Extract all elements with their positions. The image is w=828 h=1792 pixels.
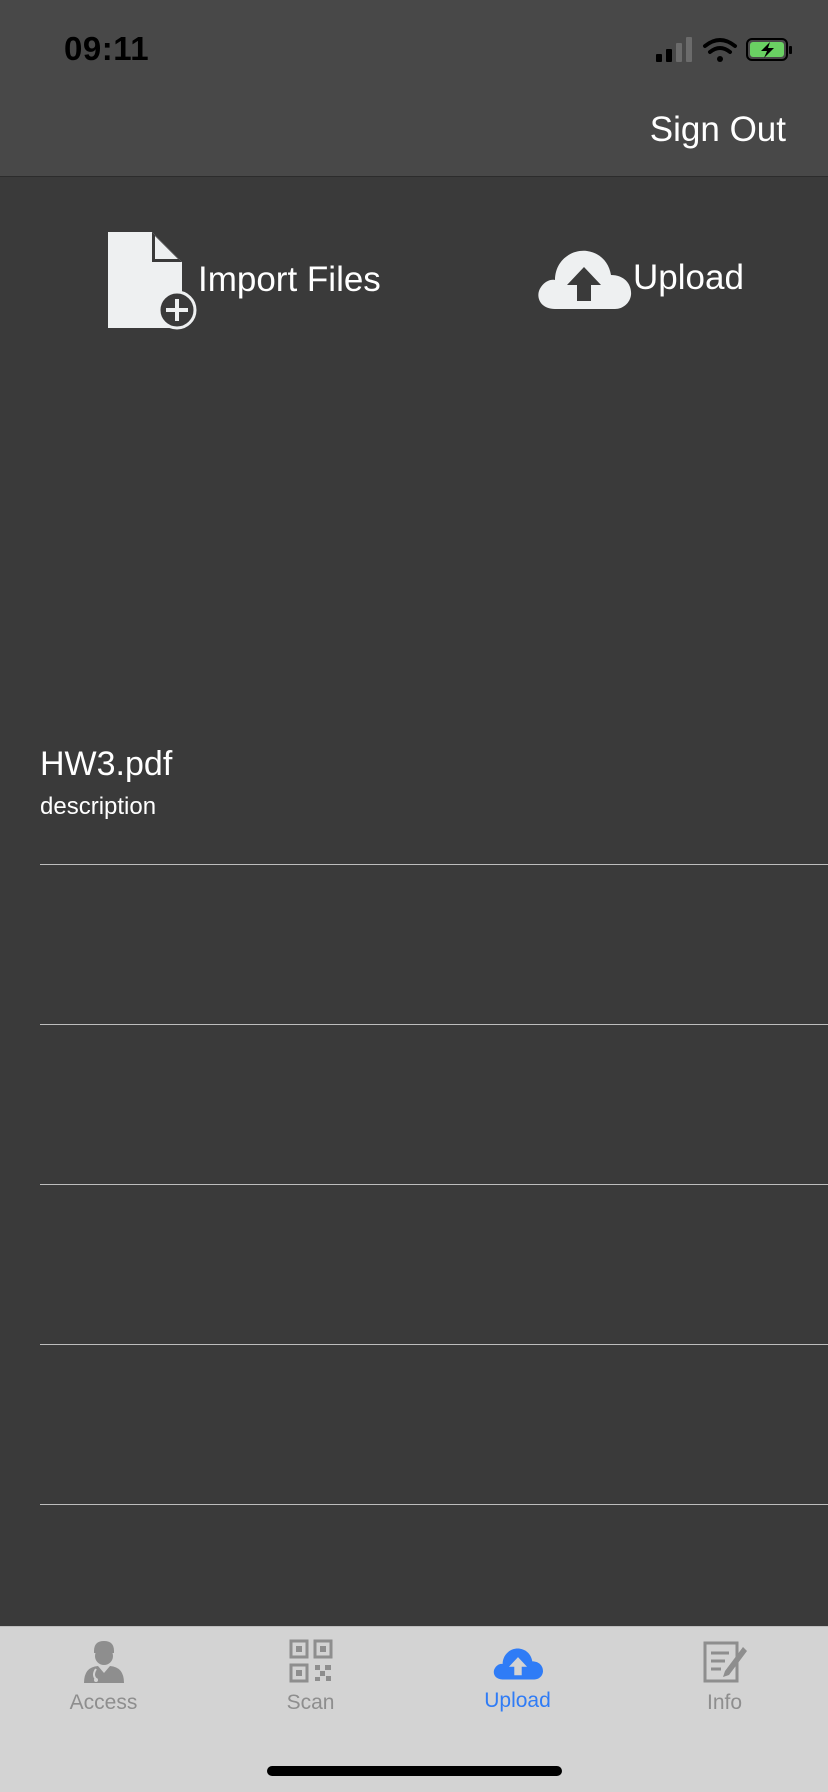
file-row[interactable] [40, 1185, 828, 1345]
tab-scan[interactable]: Scan [207, 1637, 414, 1737]
tab-info[interactable]: Info [621, 1637, 828, 1737]
file-name: HW3.pdf [40, 745, 173, 783]
tab-bar: Access Scan Upload Info [0, 1626, 828, 1792]
cloud-upload-icon [493, 1648, 543, 1680]
import-files-label: Import Files [198, 260, 381, 299]
wifi-icon [703, 38, 737, 62]
qr-code-icon [289, 1639, 332, 1683]
upload-label: Upload [633, 258, 744, 297]
file-list: HW3.pdf description [0, 705, 828, 1505]
tab-access[interactable]: Access [0, 1637, 207, 1737]
status-icons [656, 37, 792, 62]
import-files-button[interactable]: Import Files [106, 230, 381, 330]
doctor-icon [83, 1641, 124, 1683]
edit-document-icon [703, 1641, 747, 1683]
file-row[interactable] [40, 1345, 828, 1505]
status-time: 09:11 [64, 30, 150, 67]
sign-out-button[interactable]: Sign Out [650, 110, 786, 150]
battery-charging-icon [746, 38, 792, 61]
cloud-upload-icon [538, 250, 632, 309]
tab-scan-label: Scan [286, 1691, 335, 1714]
file-row[interactable]: HW3.pdf description [40, 705, 828, 865]
file-row[interactable] [40, 865, 828, 1025]
nav-header: 09:11 Sign Out [0, 0, 828, 177]
tab-upload-label: Upload [484, 1689, 551, 1712]
cellular-signal-icon [656, 37, 692, 62]
upload-button[interactable]: Upload [535, 245, 744, 311]
file-description: description [40, 793, 157, 820]
file-add-icon [108, 232, 197, 330]
upload-screen: 09:11 Sign Out Import Files Upload HW3.p… [0, 0, 828, 1792]
home-indicator [267, 1766, 562, 1776]
tab-info-label: Info [706, 1691, 743, 1714]
tab-access-label: Access [69, 1691, 138, 1714]
tab-upload[interactable]: Upload [414, 1637, 621, 1737]
file-row[interactable] [40, 1025, 828, 1185]
